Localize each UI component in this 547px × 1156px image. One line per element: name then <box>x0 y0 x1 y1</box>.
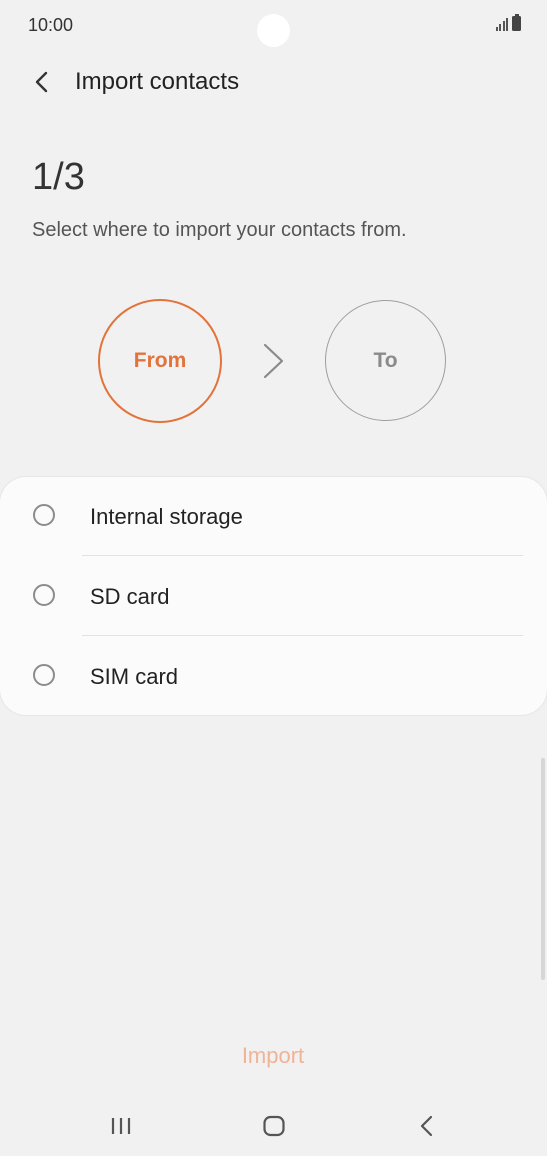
to-step-circle: To <box>325 300 446 421</box>
status-time: 10:00 <box>28 15 74 35</box>
option-sim-card[interactable]: SIM card <box>0 637 547 717</box>
option-label: SIM card <box>90 664 179 689</box>
divider <box>82 555 523 556</box>
status-icons <box>495 14 521 31</box>
recent-apps-button[interactable] <box>101 1110 141 1142</box>
option-internal-storage[interactable]: Internal storage <box>0 477 547 557</box>
step-counter: 1/3 <box>32 156 85 198</box>
signal-bars-icon <box>495 17 508 31</box>
radio-button[interactable] <box>33 664 55 686</box>
option-label: SD card <box>90 584 170 609</box>
camera-cutout <box>257 14 290 47</box>
from-label: From <box>133 349 187 372</box>
back-button[interactable] <box>26 64 62 100</box>
to-label: To <box>373 348 398 372</box>
nav-back-icon <box>420 1115 433 1137</box>
page-title: Import contacts <box>75 68 240 95</box>
radio-button[interactable] <box>33 504 55 526</box>
recent-apps-icon <box>111 1118 131 1134</box>
option-sd-card[interactable]: SD card <box>0 557 547 637</box>
app-header: Import contacts <box>0 56 547 108</box>
chevron-right-icon <box>263 343 284 379</box>
source-options-list: Internal storage SD card SIM card <box>0 477 547 715</box>
scrollbar[interactable] <box>541 758 545 980</box>
option-label: Internal storage <box>90 504 243 529</box>
import-button[interactable]: Import <box>198 1036 348 1076</box>
navigation-bar <box>0 1096 547 1156</box>
from-step-circle: From <box>98 299 222 423</box>
instruction-text: Select where to import your contacts fro… <box>32 219 407 241</box>
home-icon <box>263 1115 285 1137</box>
divider <box>82 635 523 636</box>
radio-button[interactable] <box>33 584 55 606</box>
home-button[interactable] <box>254 1110 294 1142</box>
back-arrow-icon <box>35 71 48 93</box>
status-bar: 10:00 <box>0 0 547 52</box>
nav-back-button[interactable] <box>407 1110 447 1142</box>
battery-icon <box>512 14 521 31</box>
